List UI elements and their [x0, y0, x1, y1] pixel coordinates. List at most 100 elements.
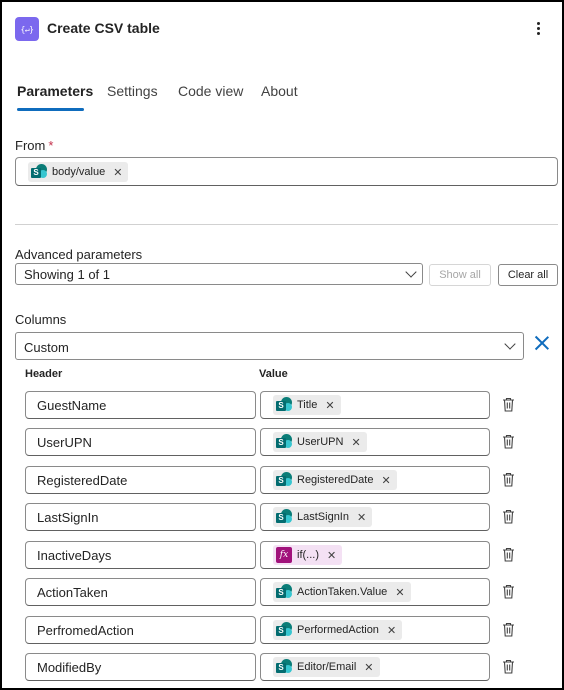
sharepoint-icon: S: [276, 397, 292, 413]
tab-about[interactable]: About: [261, 83, 298, 99]
header-input[interactable]: GuestName: [25, 391, 256, 419]
advanced-parameters-label: Advanced parameters: [15, 247, 143, 262]
header-input[interactable]: PerfromedAction: [25, 616, 256, 644]
table-row: RegisteredDate S RegisteredDate ✕: [2, 466, 562, 494]
clear-all-button[interactable]: Clear all: [498, 264, 558, 286]
delete-icon[interactable]: [502, 659, 515, 674]
value-field[interactable]: S Editor/Email ✕: [260, 653, 490, 681]
remove-token-icon[interactable]: ✕: [387, 624, 396, 637]
remove-token-icon[interactable]: ✕: [357, 511, 366, 524]
tab-parameters[interactable]: Parameters: [17, 83, 93, 99]
panel-title: Create CSV table: [47, 20, 160, 36]
token-label: LastSignIn: [297, 511, 349, 523]
header-input-value: UserUPN: [37, 435, 92, 450]
header-input[interactable]: ActionTaken: [25, 578, 256, 606]
dynamic-content-token[interactable]: S body/value ✕: [28, 162, 129, 182]
dynamic-content-token[interactable]: S LastSignIn ✕: [273, 507, 373, 527]
columns-dropdown[interactable]: Custom: [15, 332, 524, 360]
value-field[interactable]: S Title ✕: [260, 391, 490, 419]
from-field[interactable]: S body/value ✕: [15, 157, 558, 186]
token-label: PerformedAction: [297, 624, 379, 636]
dynamic-content-token[interactable]: fx if(...) ✕: [273, 545, 343, 565]
table-row: LastSignIn S LastSignIn ✕: [2, 503, 562, 531]
dynamic-content-token[interactable]: S RegisteredDate ✕: [273, 470, 397, 490]
header-input-value: ActionTaken: [37, 585, 108, 600]
table-row: PerfromedAction S PerformedAction ✕: [2, 616, 562, 644]
dynamic-content-token[interactable]: S Editor/Email ✕: [273, 657, 380, 677]
table-row: ModifiedBy S Editor/Email ✕: [2, 653, 562, 681]
chevron-down-icon: [405, 266, 417, 278]
remove-token-icon[interactable]: ✕: [381, 474, 390, 487]
delete-icon[interactable]: [502, 509, 515, 524]
sharepoint-icon: S: [276, 434, 292, 450]
delete-icon[interactable]: [502, 584, 515, 599]
more-options-icon[interactable]: [528, 16, 548, 40]
dynamic-content-token[interactable]: S ActionTaken.Value ✕: [273, 582, 411, 602]
header-input-value: LastSignIn: [37, 510, 99, 525]
header-input[interactable]: ModifiedBy: [25, 653, 256, 681]
advanced-parameters-dropdown[interactable]: Showing 1 of 1: [15, 263, 423, 285]
remove-token-icon[interactable]: ✕: [351, 436, 360, 449]
header-input[interactable]: InactiveDays: [25, 541, 256, 569]
header-input[interactable]: UserUPN: [25, 428, 256, 456]
active-tab-indicator: [17, 108, 84, 111]
token-label: UserUPN: [297, 436, 344, 448]
value-field[interactable]: S PerformedAction ✕: [260, 616, 490, 644]
header-input-value: GuestName: [37, 398, 107, 413]
close-icon[interactable]: [534, 335, 550, 351]
delete-icon[interactable]: [502, 397, 515, 412]
sharepoint-icon: S: [276, 584, 292, 600]
dropdown-value: Showing 1 of 1: [24, 267, 111, 282]
chevron-down-icon: [504, 338, 516, 350]
header-input-value: RegisteredDate: [37, 473, 128, 488]
sharepoint-icon: S: [276, 622, 292, 638]
value-field[interactable]: S RegisteredDate ✕: [260, 466, 490, 494]
remove-token-icon[interactable]: ✕: [113, 166, 122, 179]
token-label: RegisteredDate: [297, 474, 374, 486]
delete-icon[interactable]: [502, 472, 515, 487]
sharepoint-icon: S: [276, 509, 292, 525]
sharepoint-icon: S: [276, 659, 292, 675]
columns-label: Columns: [15, 312, 67, 327]
value-column-heading: Value: [259, 368, 288, 380]
section-divider: [15, 224, 558, 225]
data-operation-icon: {↵}: [15, 17, 39, 41]
remove-token-icon[interactable]: ✕: [327, 549, 336, 562]
dynamic-content-token[interactable]: S PerformedAction ✕: [273, 620, 403, 640]
token-label: Title: [297, 399, 318, 411]
header-input[interactable]: RegisteredDate: [25, 466, 256, 494]
dynamic-content-token[interactable]: S UserUPN ✕: [273, 432, 367, 452]
action-panel: {↵} Create CSV table Parameters Settings…: [0, 0, 564, 690]
required-marker: *: [48, 138, 54, 153]
token-label: body/value: [52, 166, 106, 178]
table-row: GuestName S Title ✕: [2, 391, 562, 419]
value-field[interactable]: S ActionTaken.Value ✕: [260, 578, 490, 606]
remove-token-icon[interactable]: ✕: [325, 399, 334, 412]
remove-token-icon[interactable]: ✕: [395, 586, 404, 599]
sharepoint-icon: S: [276, 472, 292, 488]
tab-settings[interactable]: Settings: [107, 83, 158, 99]
header-input-value: PerfromedAction: [37, 623, 134, 638]
token-label: ActionTaken.Value: [297, 586, 388, 598]
table-row: ActionTaken S ActionTaken.Value ✕: [2, 578, 562, 606]
table-row: InactiveDays fx if(...) ✕: [2, 541, 562, 569]
value-field[interactable]: S LastSignIn ✕: [260, 503, 490, 531]
token-label: if(...): [297, 549, 319, 561]
tab-code-view[interactable]: Code view: [178, 83, 243, 99]
table-row: UserUPN S UserUPN ✕: [2, 428, 562, 456]
dropdown-value: Custom: [24, 340, 69, 355]
delete-icon[interactable]: [502, 547, 515, 562]
header-input[interactable]: LastSignIn: [25, 503, 256, 531]
from-label: From *: [15, 138, 54, 153]
value-field[interactable]: fx if(...) ✕: [260, 541, 490, 569]
expression-icon: fx: [276, 547, 292, 563]
value-field[interactable]: S UserUPN ✕: [260, 428, 490, 456]
remove-token-icon[interactable]: ✕: [364, 661, 373, 674]
delete-icon[interactable]: [502, 434, 515, 449]
dynamic-content-token[interactable]: S Title ✕: [273, 395, 341, 415]
sharepoint-icon: S: [31, 164, 47, 180]
show-all-button[interactable]: Show all: [429, 264, 491, 286]
delete-icon[interactable]: [502, 622, 515, 637]
token-label: Editor/Email: [297, 661, 357, 673]
header-input-value: InactiveDays: [37, 548, 112, 563]
